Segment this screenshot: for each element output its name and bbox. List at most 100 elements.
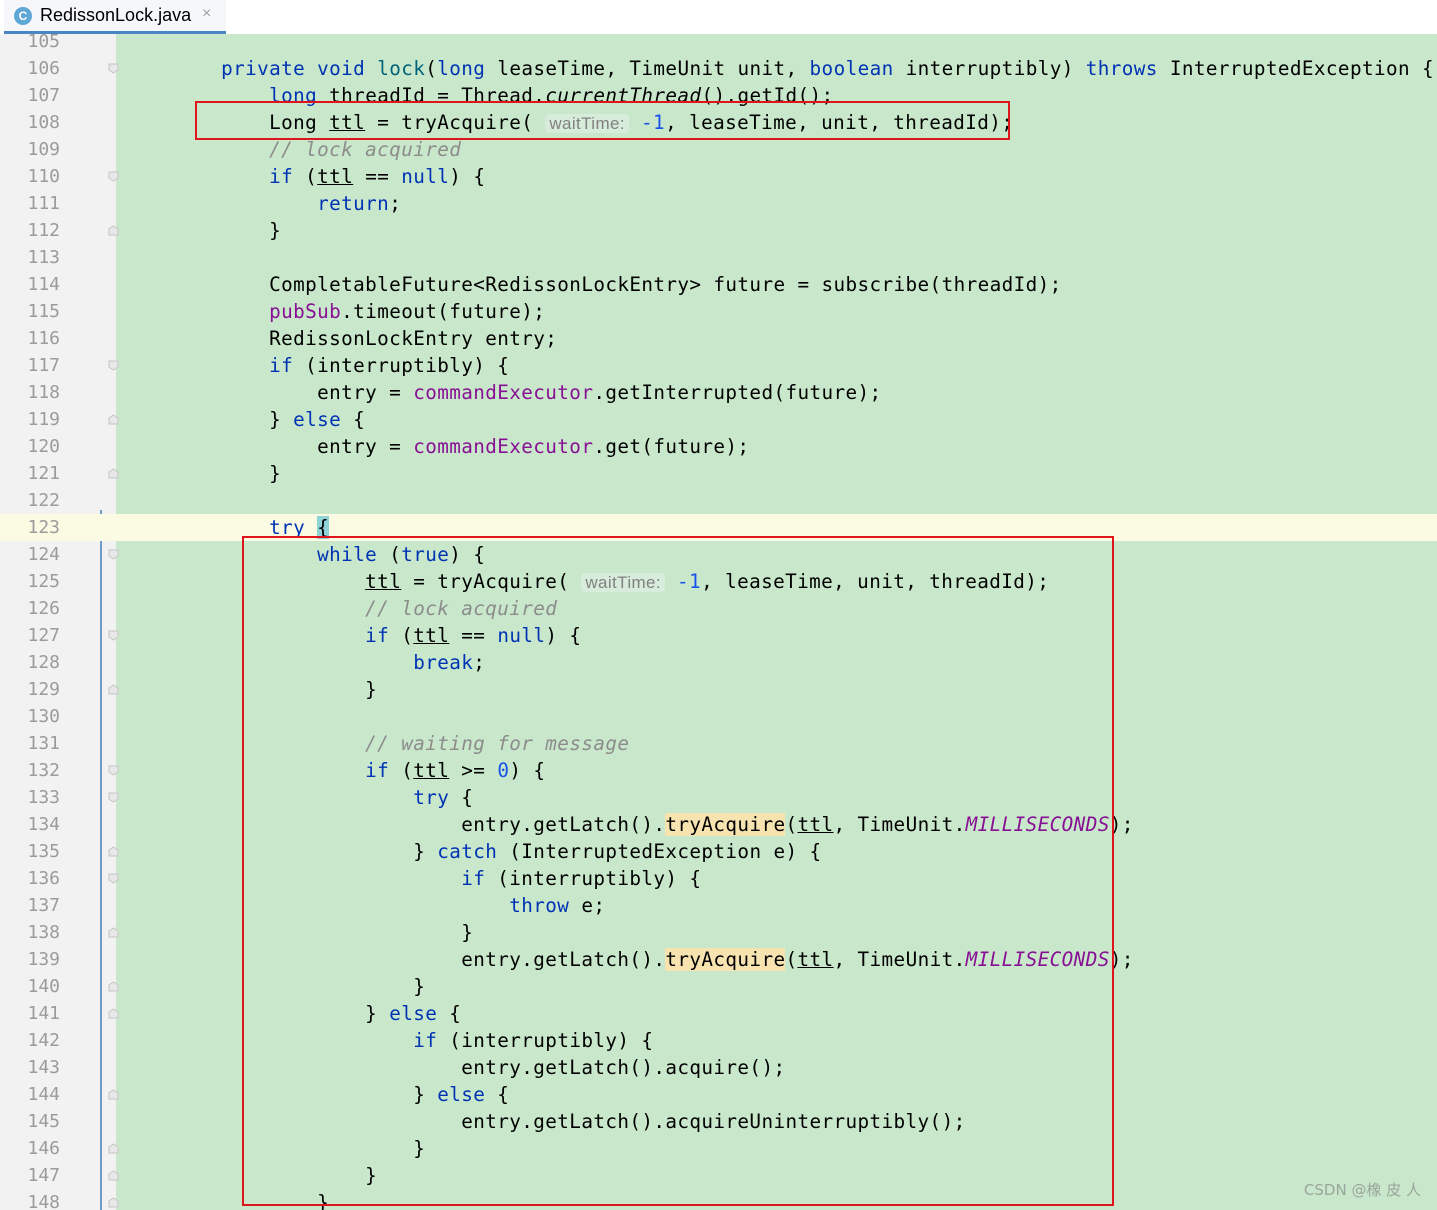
fold-collapse-icon[interactable] [108, 171, 119, 182]
line-number: 114 [27, 274, 60, 295]
editor-tab-bar: C RedissonLock.java × [0, 0, 1437, 35]
fold-end-icon[interactable] [108, 1143, 119, 1154]
tab-filename: RedissonLock.java [40, 5, 192, 25]
line-number: 139 [27, 949, 60, 970]
line-number: 147 [27, 1165, 60, 1186]
code-text: } [125, 219, 282, 242]
line-number: 116 [27, 328, 60, 349]
code-text: // lock acquired [269, 138, 462, 161]
code-line[interactable]: 105 [0, 34, 1437, 55]
line-number: 111 [27, 193, 60, 214]
line-number: 123 [0, 517, 60, 538]
annotation-box-ttl-acquire [195, 101, 1010, 140]
line-number: 119 [27, 409, 60, 430]
code-line[interactable]: 122 [0, 487, 1437, 514]
line-number: 127 [27, 625, 60, 646]
annotation-box-while-loop [242, 536, 1114, 1206]
line-number: 117 [27, 355, 60, 376]
line-number: 136 [27, 868, 60, 889]
line-number: 146 [27, 1138, 60, 1159]
code-text: private void lock(long leaseTime, TimeUn… [221, 57, 1435, 80]
close-icon[interactable]: × [202, 5, 211, 23]
java-class-icon: C [14, 7, 32, 25]
code-line[interactable]: 110 if (ttl == null) { [0, 163, 1437, 190]
line-number: 144 [27, 1084, 60, 1105]
line-number: 122 [27, 490, 60, 511]
fold-end-icon[interactable] [108, 468, 119, 479]
code-line[interactable]: 119 } else { [0, 406, 1437, 433]
fold-end-icon[interactable] [108, 1089, 119, 1100]
fold-end-icon[interactable] [108, 1008, 119, 1019]
line-number: 110 [27, 166, 60, 187]
fold-collapse-icon[interactable] [108, 630, 119, 641]
code-line[interactable]: 111 return; [0, 190, 1437, 217]
code-text: return; [317, 192, 402, 215]
line-number: 134 [27, 814, 60, 835]
code-line[interactable]: 109 // lock acquired [0, 136, 1437, 163]
code-line[interactable]: 118 entry = commandExecutor.getInterrupt… [0, 379, 1437, 406]
tab-redissonlock-java[interactable]: C RedissonLock.java × [4, 0, 226, 34]
fold-end-icon[interactable] [108, 927, 119, 938]
fold-end-icon[interactable] [108, 981, 119, 992]
line-number: 115 [27, 301, 60, 322]
code-text: RedissonLockEntry entry; [125, 327, 558, 350]
line-number: 145 [27, 1111, 60, 1132]
line-number: 121 [27, 463, 60, 484]
line-number: 107 [27, 85, 60, 106]
line-number: 137 [27, 895, 60, 916]
line-number: 105 [27, 34, 60, 52]
line-number: 133 [27, 787, 60, 808]
line-number: 112 [27, 220, 60, 241]
fold-collapse-icon[interactable] [108, 873, 119, 884]
fold-collapse-icon[interactable] [108, 63, 119, 74]
code-line[interactable]: 112 } [0, 217, 1437, 244]
line-number: 138 [27, 922, 60, 943]
code-line[interactable]: 117 if (interruptibly) { [0, 352, 1437, 379]
line-number: 132 [27, 760, 60, 781]
code-editor[interactable]: 105 106 private void lock(long leaseTime… [0, 34, 1437, 1210]
fold-end-icon[interactable] [108, 225, 119, 236]
code-line[interactable]: 106 private void lock(long leaseTime, Ti… [0, 55, 1437, 82]
line-number: 126 [27, 598, 60, 619]
code-line[interactable]: 114 CompletableFuture<RedissonLockEntry>… [0, 271, 1437, 298]
fold-collapse-icon[interactable] [108, 360, 119, 371]
line-number: 141 [27, 1003, 60, 1024]
line-number: 128 [27, 652, 60, 673]
line-number: 106 [27, 58, 60, 79]
fold-end-icon[interactable] [108, 684, 119, 695]
line-number: 148 [27, 1192, 60, 1210]
code-text: CompletableFuture<RedissonLockEntry> fut… [125, 273, 1062, 296]
code-line[interactable]: 120 entry = commandExecutor.get(future); [0, 433, 1437, 460]
code-text: } [125, 462, 282, 485]
code-text: pubSub.timeout(future); [269, 300, 546, 323]
fold-end-icon[interactable] [108, 846, 119, 857]
fold-end-icon[interactable] [108, 1170, 119, 1181]
line-number: 140 [27, 976, 60, 997]
fold-collapse-icon[interactable] [108, 549, 119, 560]
fold-collapse-icon[interactable] [108, 765, 119, 776]
code-text: entry = commandExecutor.getInterrupted(f… [125, 381, 882, 404]
line-number: 135 [27, 841, 60, 862]
line-number: 124 [27, 544, 60, 565]
line-number: 142 [27, 1030, 60, 1051]
line-number: 130 [27, 706, 60, 727]
code-text: if (ttl == null) { [269, 165, 486, 188]
line-number: 129 [27, 679, 60, 700]
code-line[interactable]: 121 } [0, 460, 1437, 487]
line-number: 108 [27, 112, 60, 133]
code-text: entry = commandExecutor.get(future); [125, 435, 750, 458]
code-line[interactable]: 116 RedissonLockEntry entry; [0, 325, 1437, 352]
code-text: } else { [125, 408, 366, 431]
line-number: 109 [27, 139, 60, 160]
fold-end-icon[interactable] [108, 1197, 119, 1208]
fold-end-icon[interactable] [108, 414, 119, 425]
code-line[interactable]: 115 pubSub.timeout(future); [0, 298, 1437, 325]
code-line[interactable]: 113 [0, 244, 1437, 271]
line-number: 125 [27, 571, 60, 592]
line-number: 143 [27, 1057, 60, 1078]
fold-collapse-icon[interactable] [108, 792, 119, 803]
